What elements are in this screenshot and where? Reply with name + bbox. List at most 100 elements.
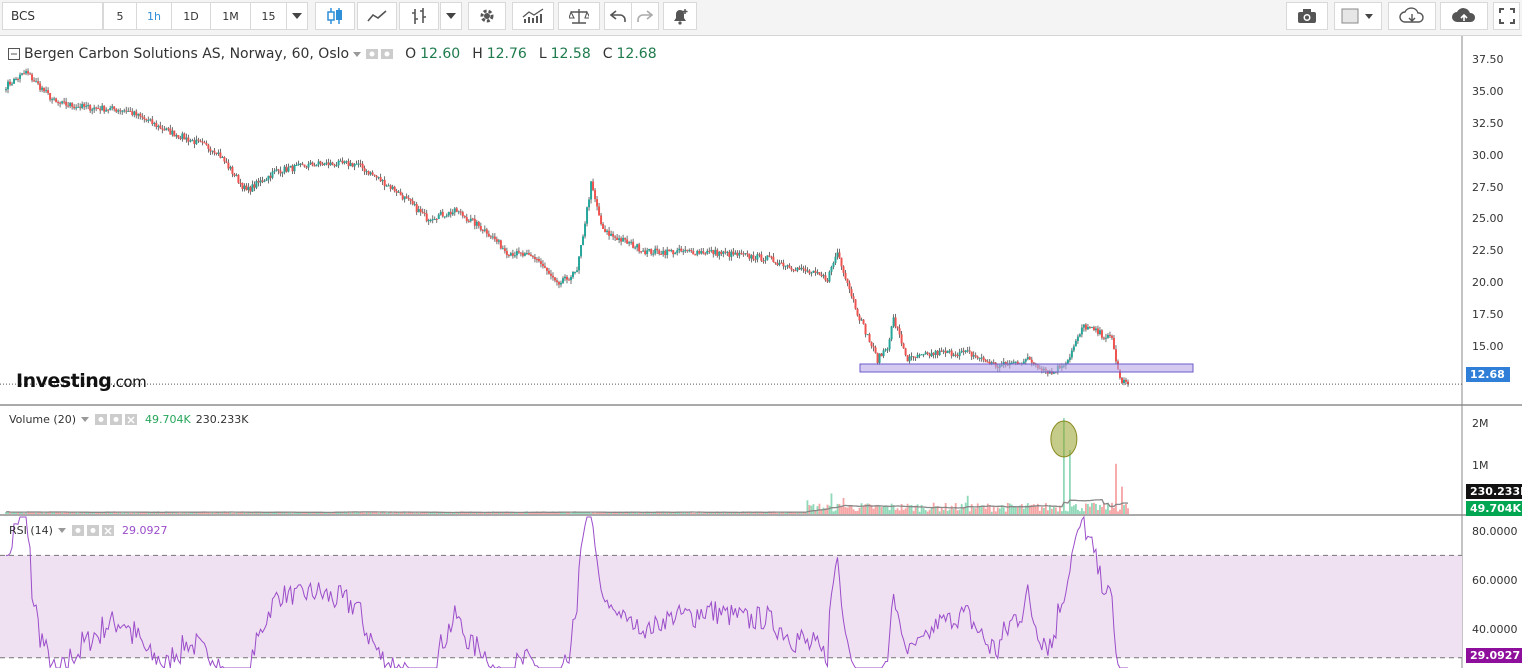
volume-bar: [1040, 506, 1043, 514]
candle-body: [664, 250, 667, 255]
indicators-button[interactable]: [512, 2, 554, 30]
interval-1d-button[interactable]: 1D: [171, 2, 211, 30]
candle-body: [19, 74, 22, 79]
candle-body: [539, 261, 542, 264]
volume-bar: [888, 510, 891, 514]
color-picker-button[interactable]: [1334, 2, 1382, 30]
candle-body: [816, 272, 819, 274]
undo-button[interactable]: [604, 2, 632, 30]
volume-bar: [149, 513, 152, 514]
candle-body: [874, 347, 877, 353]
volume-bar: [862, 505, 865, 514]
candle-body: [964, 350, 967, 352]
volume-bar: [1046, 510, 1049, 514]
candle-body: [940, 350, 943, 352]
candle-body: [323, 163, 326, 166]
volume-bar: [233, 512, 236, 514]
candle-body: [612, 233, 615, 237]
chevron-down-icon[interactable]: [57, 528, 66, 533]
candle-body: [722, 251, 725, 254]
candle-body: [97, 108, 100, 110]
compare-button[interactable]: [558, 2, 600, 30]
candle-body: [53, 98, 56, 100]
volume-tick-2m: 2M: [1472, 417, 1489, 430]
volume-bar: [594, 513, 596, 514]
candle-body: [656, 248, 659, 251]
candle-body: [507, 255, 510, 257]
interval-15-button[interactable]: 15: [250, 2, 287, 30]
candle-body: [561, 278, 564, 283]
collapse-icon[interactable]: [8, 48, 20, 60]
interval-5-button[interactable]: 5: [103, 2, 137, 30]
volume-bar: [295, 512, 298, 514]
candle-body: [199, 140, 202, 142]
chevron-down-icon[interactable]: [81, 417, 89, 422]
chevron-down-icon[interactable]: [353, 51, 362, 57]
candle-body: [566, 276, 568, 280]
candle-body: [762, 260, 765, 262]
screenshot-button[interactable]: [1286, 2, 1328, 30]
volume-bar: [1081, 508, 1083, 514]
volume-bar: [61, 512, 63, 514]
volume-bar: [642, 513, 645, 514]
save-layout-button[interactable]: [1440, 2, 1488, 30]
volume-bar: [924, 510, 927, 514]
candle-body: [329, 162, 332, 166]
candle-body: [930, 352, 933, 357]
line-chart-button[interactable]: [357, 2, 397, 30]
candle-body: [57, 102, 60, 104]
volume-bar: [846, 507, 849, 514]
candles-chart-button[interactable]: [315, 2, 355, 30]
volume-bar: [1042, 507, 1045, 514]
volume-bar: [181, 512, 184, 514]
settings-button[interactable]: [468, 2, 506, 30]
interval-dropdown[interactable]: [286, 2, 308, 30]
candle-body: [299, 163, 302, 165]
fullscreen-button[interactable]: [1493, 2, 1520, 30]
candle-body: [289, 165, 292, 168]
candle-body: [293, 165, 296, 172]
volume-bar: [984, 508, 987, 514]
candle-body: [638, 244, 641, 252]
volume-bar: [1127, 508, 1129, 514]
volume-bar: [1004, 511, 1007, 514]
candle-body: [305, 166, 308, 168]
candle-body: [878, 353, 881, 363]
indicator-controls-icon[interactable]: [94, 413, 140, 426]
legend-settings-icon[interactable]: [365, 47, 395, 61]
volume-bar: [427, 513, 430, 514]
candle-body: [718, 251, 721, 256]
candle-body: [175, 135, 178, 137]
candle-body: [71, 102, 74, 107]
main-legend: Bergen Carbon Solutions AS, Norway, 60, …: [8, 46, 657, 62]
candle-body: [662, 250, 665, 255]
symbol-input[interactable]: BCS: [2, 2, 103, 30]
candle-body: [960, 350, 963, 353]
volume-bar: [858, 507, 861, 514]
redo-button[interactable]: [631, 2, 659, 30]
price-chart[interactable]: [0, 36, 1522, 668]
chart-type-dropdown[interactable]: [440, 2, 462, 30]
load-layout-button[interactable]: [1388, 2, 1436, 30]
candle-body: [864, 324, 867, 335]
rsi-label: RSI (14): [9, 524, 53, 537]
volume-bar: [159, 512, 162, 514]
indicator-controls-icon[interactable]: [71, 524, 117, 537]
candle-body: [361, 163, 364, 169]
candle-body: [734, 252, 737, 255]
candle-body: [325, 162, 328, 164]
volume-bar: [838, 504, 841, 514]
candle-body: [197, 139, 200, 141]
cloud-download-icon: [1399, 7, 1424, 23]
alert-button[interactable]: [663, 2, 697, 30]
candle-body: [676, 250, 679, 253]
candle-body: [123, 110, 126, 112]
bars-chart-button[interactable]: [399, 2, 439, 30]
interval-1h-button[interactable]: 1h: [136, 2, 172, 30]
candle-body: [119, 110, 122, 112]
candle-body: [345, 161, 348, 163]
candle-body: [169, 128, 172, 135]
candle-body: [83, 103, 86, 107]
interval-1m-button[interactable]: 1M: [210, 2, 251, 30]
volume-bar: [231, 512, 234, 514]
